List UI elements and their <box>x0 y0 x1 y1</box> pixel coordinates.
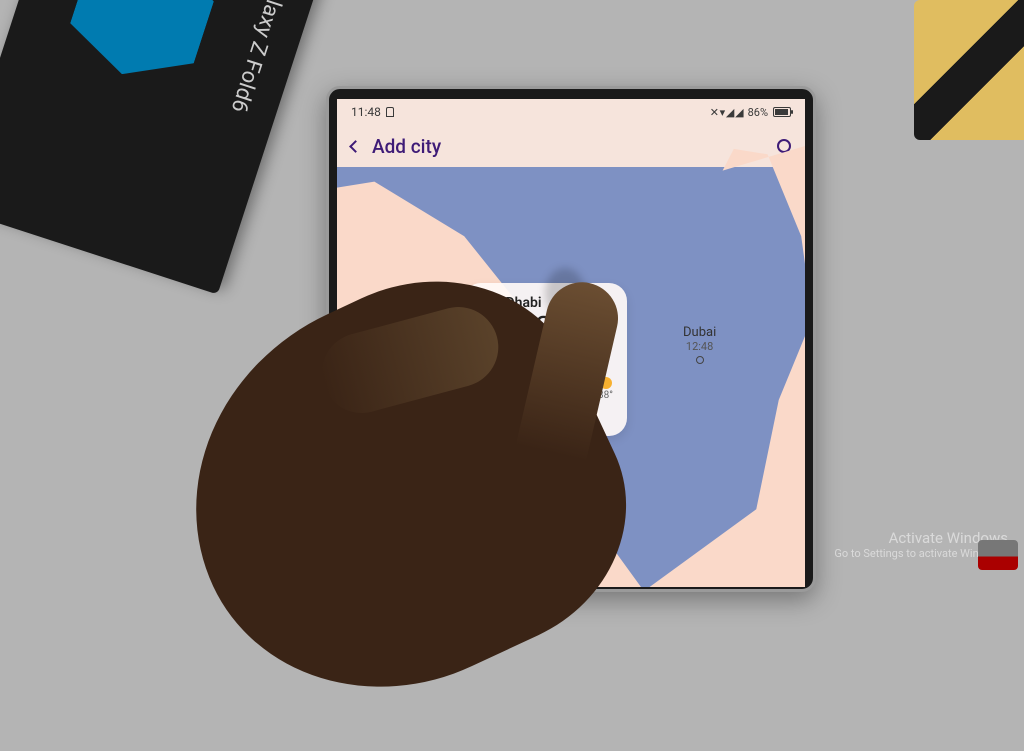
sunrise-icon <box>477 380 483 386</box>
world-map[interactable]: Abu Dhabi 12:48 Today 1 hour ahead 05:53 <box>337 167 805 587</box>
map-marker-ring-icon <box>696 356 704 364</box>
sun-times: 05:53 19:02 <box>477 377 512 401</box>
signal-icon: ✕ ▾ ◢ ◢ <box>710 106 743 119</box>
sunset-icon <box>477 393 483 399</box>
tablet-screen: 11:48 ✕ ▾ ◢ ◢ 86% Add city Abu <box>337 99 805 587</box>
lock-icon <box>386 107 394 117</box>
desk-object <box>914 0 1024 140</box>
card-city-name: Abu Dhabi <box>477 295 613 311</box>
weather-info: 38° <box>598 377 613 401</box>
status-bar: 11:48 ✕ ▾ ◢ ◢ 86% <box>337 99 805 125</box>
map-marker-dubai[interactable]: Dubai 12:48 <box>683 325 716 364</box>
card-offset-label: 1 hour ahead <box>477 358 613 371</box>
product-box-badge <box>60 0 224 94</box>
battery-percent: 86% <box>748 106 768 119</box>
battery-icon <box>773 107 791 117</box>
status-time: 11:48 <box>351 105 381 119</box>
card-today-label: Today <box>477 345 613 358</box>
card-time: 12:48 <box>477 310 613 345</box>
product-box-label: Galaxy Z Fold6 <box>226 0 294 116</box>
dubai-label-time: 12:48 <box>683 340 716 353</box>
map-marker-abu-dhabi[interactable]: Abu Dhabi <box>547 467 607 482</box>
temperature: 38° <box>598 390 613 401</box>
tablet-device: 11:48 ✕ ▾ ◢ ◢ 86% Add city Abu <box>326 86 816 592</box>
page-title: Add city <box>372 135 441 158</box>
dubai-label-name: Dubai <box>683 325 716 340</box>
add-city-button[interactable]: Add <box>477 411 613 426</box>
channel-badge <box>978 540 1018 570</box>
product-box: Galaxy Z Fold6 <box>0 0 329 294</box>
chevron-left-icon <box>349 140 362 153</box>
sunset-time: 19:02 <box>487 390 512 401</box>
back-button[interactable]: Add city <box>351 135 441 158</box>
sun-icon <box>600 377 612 389</box>
sunrise-time: 05:53 <box>487 377 512 388</box>
city-detail-card[interactable]: Abu Dhabi 12:48 Today 1 hour ahead 05:53 <box>463 283 627 436</box>
